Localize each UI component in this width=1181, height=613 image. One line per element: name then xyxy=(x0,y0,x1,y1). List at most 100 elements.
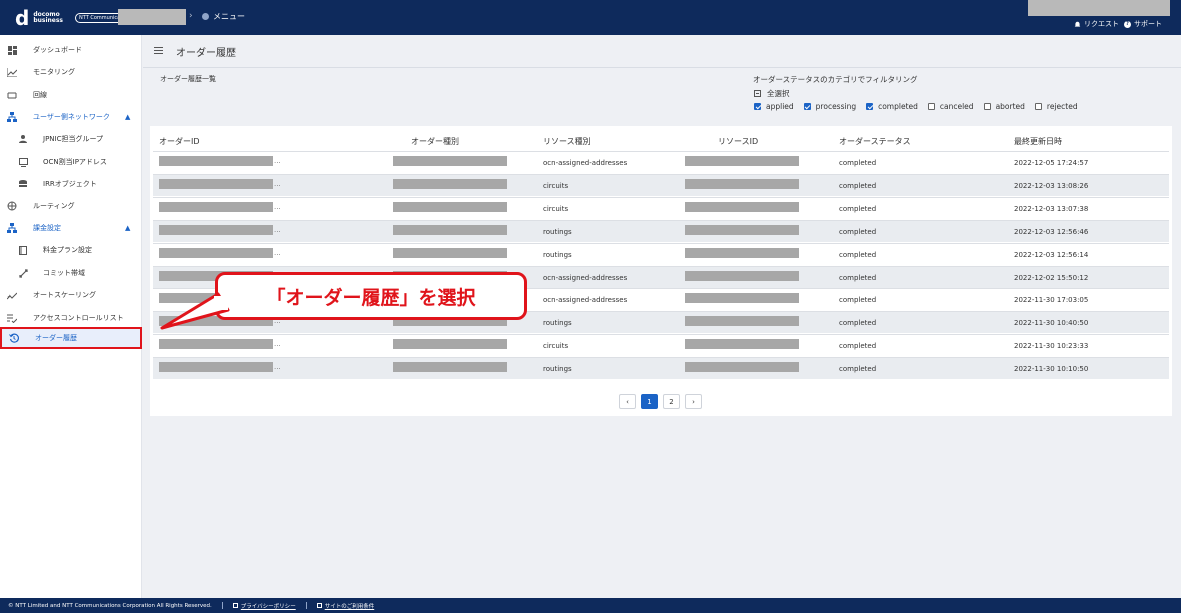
footer: © NTT Limited and NTT Communications Cor… xyxy=(0,598,1181,613)
indeterminate-checkbox-icon xyxy=(754,90,761,97)
next-page-button[interactable]: › xyxy=(685,394,702,409)
filter-canceled[interactable]: canceled xyxy=(927,102,974,111)
sidebar-item-routing[interactable]: ルーティング xyxy=(0,195,142,217)
filter-aborted[interactable]: aborted xyxy=(983,102,1025,111)
filter-processing[interactable]: processing xyxy=(803,102,856,111)
cell-resource-type: ocn-assigned-addresses xyxy=(543,159,628,167)
column-order-id[interactable]: オーダーID xyxy=(159,136,200,147)
resource-id-masked xyxy=(685,293,799,304)
sidebar-item-jpnic-group[interactable]: JPNIC担当グループ xyxy=(0,128,142,150)
sidebar-item-order-history[interactable]: オーダー履歴 xyxy=(0,327,142,349)
sidebar-item-price-plan[interactable]: 料金プラン設定 xyxy=(0,239,142,261)
footer-divider xyxy=(305,602,307,609)
column-resource-id[interactable]: リソースID xyxy=(718,136,758,147)
request-link[interactable]: リクエスト xyxy=(1074,19,1119,29)
sidebar-item-label: IRRオブジェクト xyxy=(43,180,97,188)
cell-resource-type: ocn-assigned-addresses xyxy=(543,273,628,282)
sidebar-group-billing[interactable]: 課金設定 ▲ xyxy=(0,217,142,239)
table-row[interactable]: ... routings completed 2022-12-03 12:56:46 xyxy=(153,219,1169,242)
routing-icon xyxy=(7,201,17,211)
checkbox-unchecked-icon xyxy=(983,103,991,110)
pagination: ‹ 1 2 › xyxy=(619,394,702,409)
sidebar-item-label: JPNIC担当グループ xyxy=(43,135,104,143)
page-header: オーダー履歴 xyxy=(143,35,1181,68)
cell-last-updated: 2022-12-05 17:24:57 xyxy=(1014,159,1089,167)
page-title: オーダー履歴 xyxy=(176,48,236,59)
cell-order-status: completed xyxy=(839,250,877,259)
sidebar-group-user-network[interactable]: ユーザー側ネットワーク ▲ xyxy=(0,106,142,128)
sidebar-item-label: オートスケーリング xyxy=(33,291,96,299)
chevron-up-icon: ▲ xyxy=(125,224,131,232)
filter-rejected[interactable]: rejected xyxy=(1034,102,1078,111)
select-all-toggle[interactable]: 全選択 xyxy=(754,88,790,99)
truncation-ellipsis: ... xyxy=(274,157,281,165)
checkbox-checked-icon xyxy=(803,103,811,110)
instruction-callout: 「オーダー履歴」を選択 xyxy=(215,272,527,320)
column-order-status[interactable]: オーダーステータス xyxy=(839,136,911,147)
table-row[interactable]: ... routings completed 2022-11-30 10:10:50 xyxy=(153,357,1169,380)
column-last-updated[interactable]: 最終更新日時 xyxy=(1014,136,1062,147)
page-1-button[interactable]: 1 xyxy=(641,394,658,409)
table-row[interactable]: ... ocn-assigned-addresses completed 2022-1… xyxy=(153,151,1169,173)
cell-order-status: completed xyxy=(839,273,877,282)
table-row[interactable]: ... circuits completed 2022-11-30 10:23:33 xyxy=(153,334,1169,356)
tenant-selector-masked[interactable] xyxy=(118,9,186,25)
cell-resource-type: routings xyxy=(543,227,572,236)
sidebar-item-label: 料金プラン設定 xyxy=(43,246,92,254)
filter-applied[interactable]: applied xyxy=(754,102,794,111)
table-row[interactable]: ... routings completed 2022-12-03 12:56:14 xyxy=(153,242,1169,265)
document-icon xyxy=(316,603,322,608)
table-header: オーダーID オーダー種別 リソース種別 リソースID オーダーステータス 最終… xyxy=(150,132,1172,152)
column-order-type[interactable]: オーダー種別 xyxy=(411,136,459,147)
order-id-masked xyxy=(159,247,273,258)
sidebar-item-commit-bandwidth[interactable]: コミット帯域 xyxy=(0,262,142,284)
checkbox-unchecked-icon xyxy=(1034,103,1042,110)
cell-last-updated: 2022-11-30 17:03:05 xyxy=(1014,296,1089,305)
resource-id-masked xyxy=(685,201,799,212)
terms-link[interactable]: サイトのご利用条件 xyxy=(316,602,374,610)
order-id-masked xyxy=(159,224,273,235)
cell-order-status: completed xyxy=(839,296,877,305)
menu-icon xyxy=(202,13,209,20)
cell-last-updated: 2022-12-03 12:56:46 xyxy=(1014,227,1089,236)
cell-last-updated: 2022-11-30 10:10:50 xyxy=(1014,365,1089,374)
table-row[interactable]: ... circuits completed 2022-12-03 13:07:38 xyxy=(153,196,1169,219)
truncation-ellipsis: ... xyxy=(274,179,281,188)
checkbox-checked-icon xyxy=(866,103,874,110)
cell-resource-type: routings xyxy=(543,319,572,328)
order-type-masked xyxy=(393,224,507,235)
page-2-button[interactable]: 2 xyxy=(663,394,680,409)
sidebar-item-monitoring[interactable]: モニタリング xyxy=(0,61,142,83)
column-resource-type[interactable]: リソース種別 xyxy=(543,136,591,147)
truncation-ellipsis: ... xyxy=(274,363,281,372)
sidebar-item-irr-object[interactable]: IRRオブジェクト xyxy=(0,173,142,195)
person-icon xyxy=(18,134,28,144)
order-id-masked xyxy=(159,156,273,166)
table-row[interactable]: ... circuits completed 2022-12-03 13:08:26 xyxy=(153,173,1169,196)
select-all-label: 全選択 xyxy=(767,89,790,98)
cell-resource-type: circuits xyxy=(543,342,569,351)
truncation-ellipsis: ... xyxy=(274,202,281,211)
order-id-masked xyxy=(159,362,273,373)
sidebar-item-acl[interactable]: アクセスコントロールリスト xyxy=(0,307,142,329)
sidebar-item-autoscaling[interactable]: オートスケーリング xyxy=(0,284,142,306)
autoscale-icon xyxy=(7,290,17,300)
prev-page-button[interactable]: ‹ xyxy=(619,394,636,409)
sidebar-item-circuits[interactable]: 回線 xyxy=(0,84,142,106)
menu-label: メニュー xyxy=(213,12,245,21)
menu-button[interactable]: メニュー xyxy=(202,11,245,22)
privacy-policy-link[interactable]: プライバシーポリシー xyxy=(232,602,296,610)
sidebar-item-ocn-ip[interactable]: OCN割当IPアドレス xyxy=(0,151,142,173)
chevron-right-icon: › xyxy=(189,11,193,21)
top-bar: d docomo business NTT Communications › メ… xyxy=(0,0,1181,35)
filter-completed[interactable]: completed xyxy=(866,102,918,111)
support-link[interactable]: ? サポート xyxy=(1124,19,1162,29)
sidebar-item-dashboard[interactable]: ダッシュボード xyxy=(0,39,142,61)
hamburger-menu-icon[interactable] xyxy=(154,47,163,54)
status-filter-group: applied processing completed canceled ab… xyxy=(754,102,1088,111)
cell-order-status: completed xyxy=(839,181,877,190)
help-icon: ? xyxy=(1124,20,1131,28)
docomo-business-logo[interactable]: d docomo business NTT Communications xyxy=(15,8,137,28)
cell-resource-type: routings xyxy=(543,250,572,259)
order-type-masked xyxy=(393,201,507,212)
